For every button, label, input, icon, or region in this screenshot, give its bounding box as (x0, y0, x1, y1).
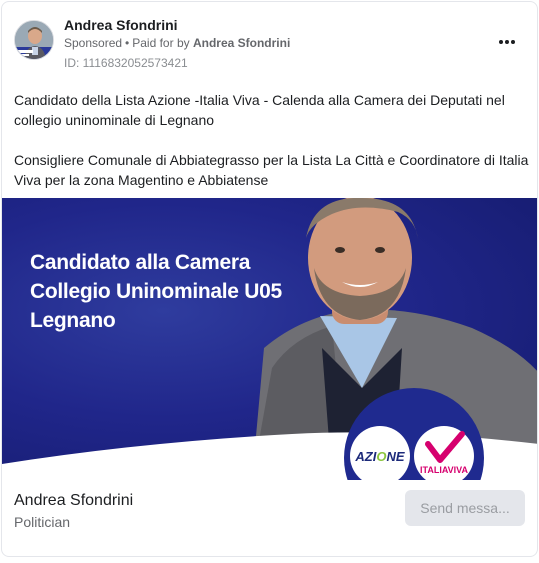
footer-page-name[interactable]: Andrea Sfondrini (14, 492, 133, 510)
avatar[interactable] (14, 20, 54, 60)
sponsored-label: Sponsored (64, 36, 123, 50)
party-logos: AZIONE ITALIAVIVA (350, 426, 474, 480)
sponsored-line: Sponsored • Paid for by Andrea Sfondrini (64, 36, 290, 50)
headline-line: Legnano (30, 309, 116, 332)
page-name[interactable]: Andrea Sfondrini (64, 17, 178, 33)
ad-footer: Andrea Sfondrini Politician Send messa..… (2, 480, 537, 556)
paid-for-prefix: Paid for by (132, 36, 190, 50)
body-paragraph: Consigliere Comunale di Abbiategrasso pe… (14, 152, 529, 188)
svg-text:ITALIAVIVA: ITALIAVIVA (420, 465, 468, 475)
azione-logo-icon: AZIONE (350, 426, 410, 480)
more-options-button[interactable] (495, 32, 519, 52)
italiaviva-logo-icon: ITALIAVIVA (414, 426, 474, 480)
send-message-button[interactable]: Send messa... (405, 490, 525, 526)
ad-header: Andrea Sfondrini Sponsored • Paid for by A… (2, 2, 537, 82)
paid-for-by-name[interactable]: Andrea Sfondrini (193, 36, 290, 50)
creative-headline: Candidato alla Camera Collegio Uninomina… (30, 248, 330, 335)
ad-creative-image[interactable]: Candidato alla Camera Collegio Uninomina… (2, 198, 537, 480)
footer-page-category: Politician (14, 514, 71, 530)
headline-line: Collegio Uninominale U05 (30, 280, 282, 303)
ad-id: ID: 1116832052573421 (64, 56, 188, 70)
headline-line: Candidato alla Camera (30, 251, 251, 274)
ad-body-text: Candidato della Lista Azione -Italia Viv… (14, 90, 529, 190)
more-horizontal-icon (498, 40, 516, 44)
profile-photo-icon (15, 21, 53, 59)
svg-text:AZIONE: AZIONE (354, 449, 404, 464)
separator-dot: • (125, 36, 130, 50)
ad-card: Andrea Sfondrini Sponsored • Paid for by A… (1, 1, 538, 557)
body-paragraph: Candidato della Lista Azione -Italia Viv… (14, 92, 505, 128)
